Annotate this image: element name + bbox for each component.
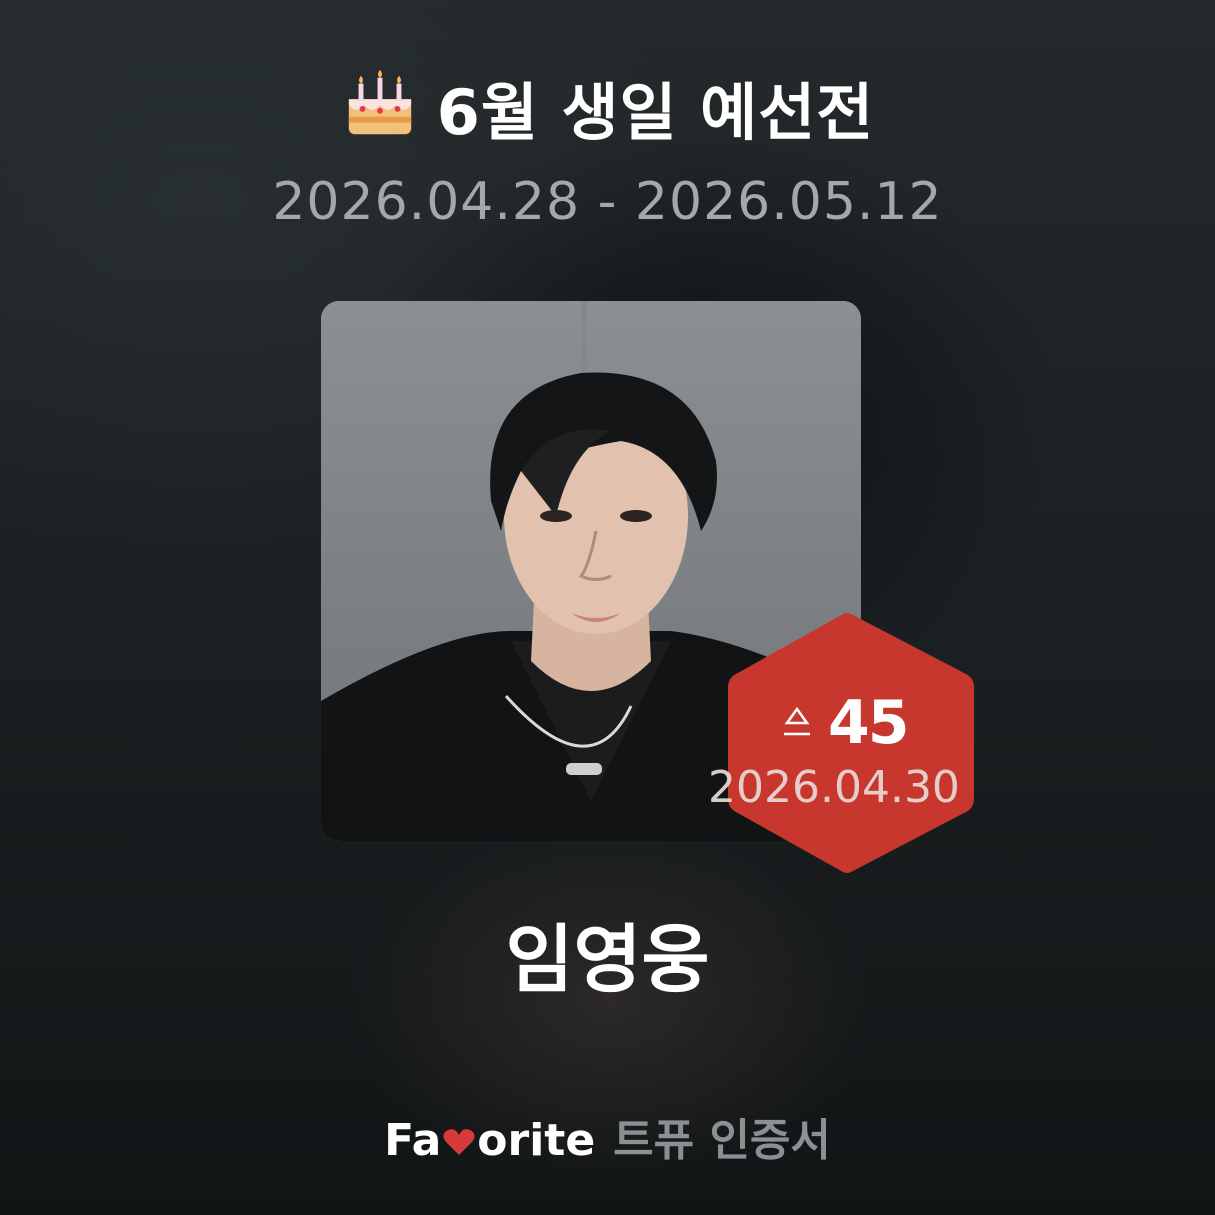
heart-icon xyxy=(443,1129,475,1155)
vote-count: 45 xyxy=(828,688,909,758)
vote-badge: 45 2026.04.30 xyxy=(708,608,980,878)
footer-subtitle: 트퓨 인증서 xyxy=(613,1115,831,1166)
brand-name: Fa orite xyxy=(384,1115,596,1166)
vote-icon xyxy=(784,706,810,736)
candidate-name: 임영웅 xyxy=(505,917,710,1003)
page-title: 6월 생일 예선전 xyxy=(0,62,1215,152)
date-range: 2026.04.28 - 2026.05.12 xyxy=(272,172,943,232)
title-text: 6월 생일 예선전 xyxy=(436,76,875,149)
birthday-cake-icon xyxy=(348,69,411,135)
badge-date: 2026.04.30 xyxy=(708,762,960,813)
footer-logo: Fa orite 트퓨 인증서 xyxy=(0,1104,1215,1168)
